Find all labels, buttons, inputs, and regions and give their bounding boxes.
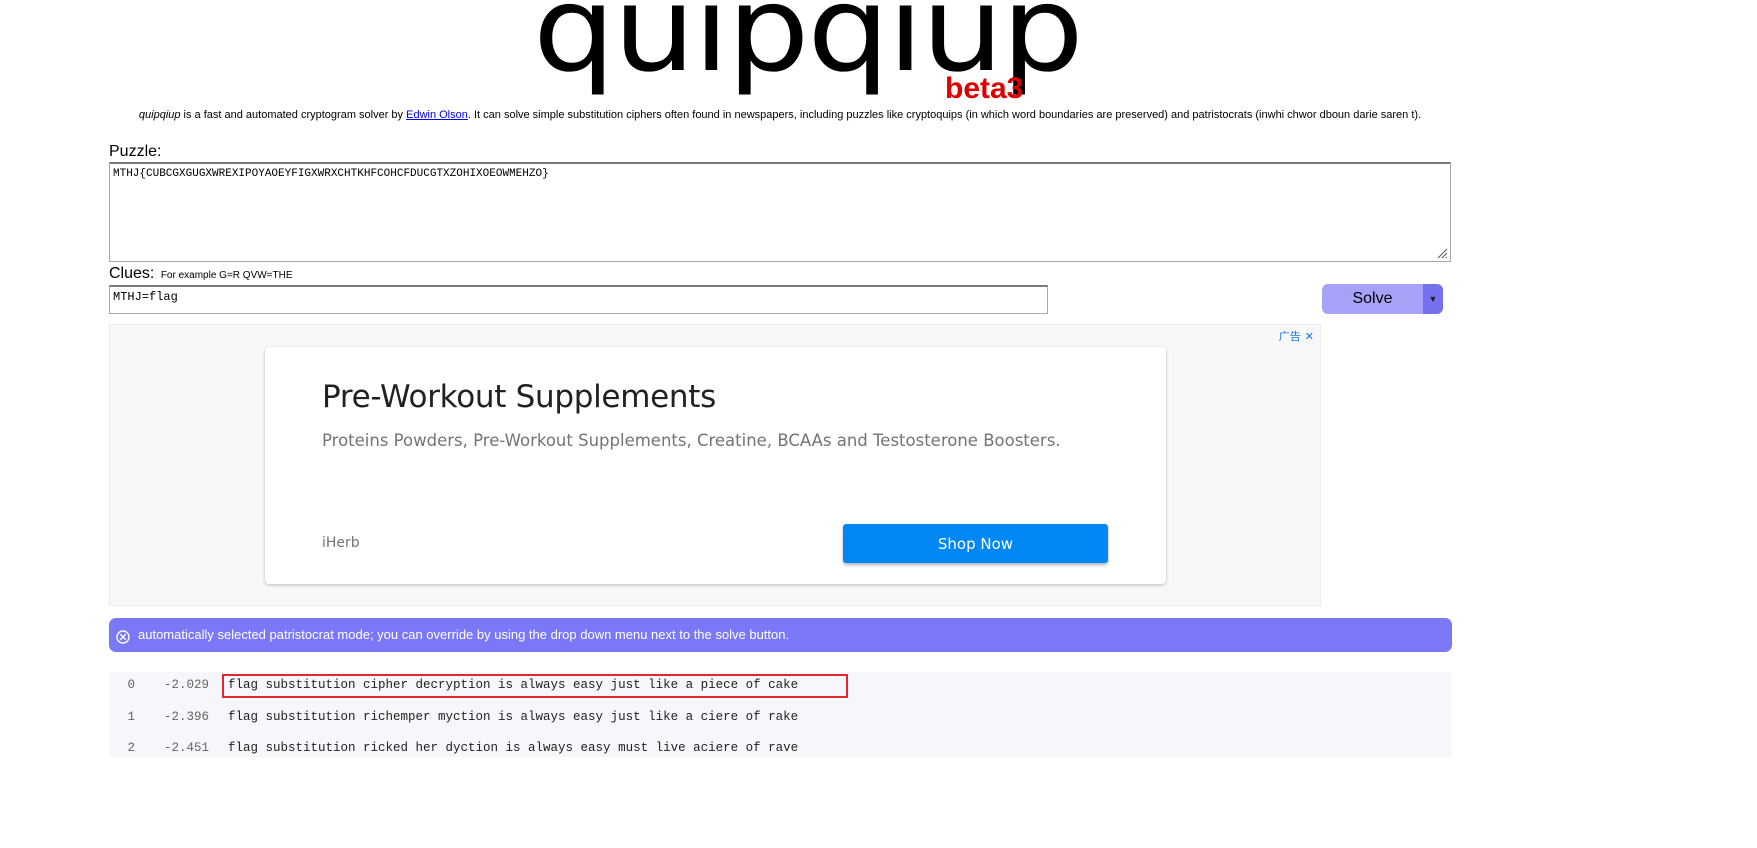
clues-example: For example G=R QVW=THE [160, 270, 293, 281]
solve-button-group: Solve ▼ [1322, 284, 1443, 314]
result-row[interactable]: 1 -2.396 flag substitution richemper myc… [109, 704, 1452, 724]
dismiss-icon[interactable] [116, 630, 130, 644]
result-text: flag substitution cipher decryption is a… [228, 678, 799, 692]
author-link[interactable]: Edwin Olson [406, 109, 468, 121]
intro-app-name: quipqiup [138, 109, 181, 121]
result-text: flag substitution ricked her dyction is … [228, 741, 799, 755]
result-index: 2 [127, 741, 135, 755]
result-row[interactable]: 2 -2.451 flag substitution ricked her dy… [109, 735, 1452, 755]
results-list: 0 -2.029 flag substitution cipher decryp… [109, 672, 1452, 757]
shop-now-button[interactable]: Shop Now [843, 524, 1108, 563]
puzzle-value: MTHJ{CUBCGXGUGXWREXIPOYAOEYFIGXWRXCHTKHF… [113, 168, 549, 180]
puzzle-label: Puzzle: [109, 143, 162, 160]
clues-label-text: Clues: [109, 265, 155, 282]
ad-title[interactable]: Pre-Workout Supplements [322, 379, 716, 415]
result-index: 1 [127, 710, 135, 724]
result-row[interactable]: 0 -2.029 flag substitution cipher decryp… [109, 672, 1452, 698]
notice-text: automatically selected patristocrat mode… [138, 627, 790, 642]
ad-card[interactable]: Pre-Workout Supplements Proteins Powders… [265, 347, 1166, 584]
intro-text: quipqiup is a fast and automated cryptog… [0, 108, 1560, 122]
ad-description: Proteins Powders, Pre-Workout Supplement… [322, 431, 1061, 450]
logo: quipqiup beta3 [0, 0, 1757, 110]
ad-banner: 广告 ✕ Pre-Workout Supplements Proteins Po… [109, 324, 1321, 606]
mode-notice: automatically selected patristocrat mode… [109, 618, 1452, 652]
clues-label: Clues: For example G=R QVW=THE [109, 265, 293, 283]
ad-brand: iHerb [322, 535, 360, 551]
logo-beta-badge: beta3 [945, 72, 1024, 105]
puzzle-textarea[interactable]: MTHJ{CUBCGXGUGXWREXIPOYAOEYFIGXWRXCHTKHF… [109, 162, 1451, 262]
solve-mode-dropdown[interactable]: ▼ [1423, 284, 1443, 314]
close-icon[interactable]: ✕ [1305, 330, 1314, 343]
ad-label: 广告 [1278, 331, 1301, 343]
intro-text-after-link: . It can solve simple substitution ciphe… [467, 109, 1422, 121]
result-score: -2.451 [163, 741, 209, 755]
chevron-down-icon: ▼ [1428, 294, 1438, 304]
intro-text-before-link: is a fast and automated cryptogram solve… [180, 109, 407, 121]
resize-grip-icon[interactable] [1436, 247, 1448, 259]
clues-value: MTHJ=flag [113, 290, 178, 304]
result-index: 0 [127, 678, 135, 692]
result-score: -2.029 [163, 678, 209, 692]
result-text: flag substitution richemper myction is a… [228, 710, 799, 724]
solve-button[interactable]: Solve [1322, 284, 1423, 314]
clues-input[interactable]: MTHJ=flag [109, 285, 1048, 314]
ad-choices[interactable]: 广告 ✕ [1279, 328, 1314, 344]
result-score: -2.396 [163, 710, 209, 724]
